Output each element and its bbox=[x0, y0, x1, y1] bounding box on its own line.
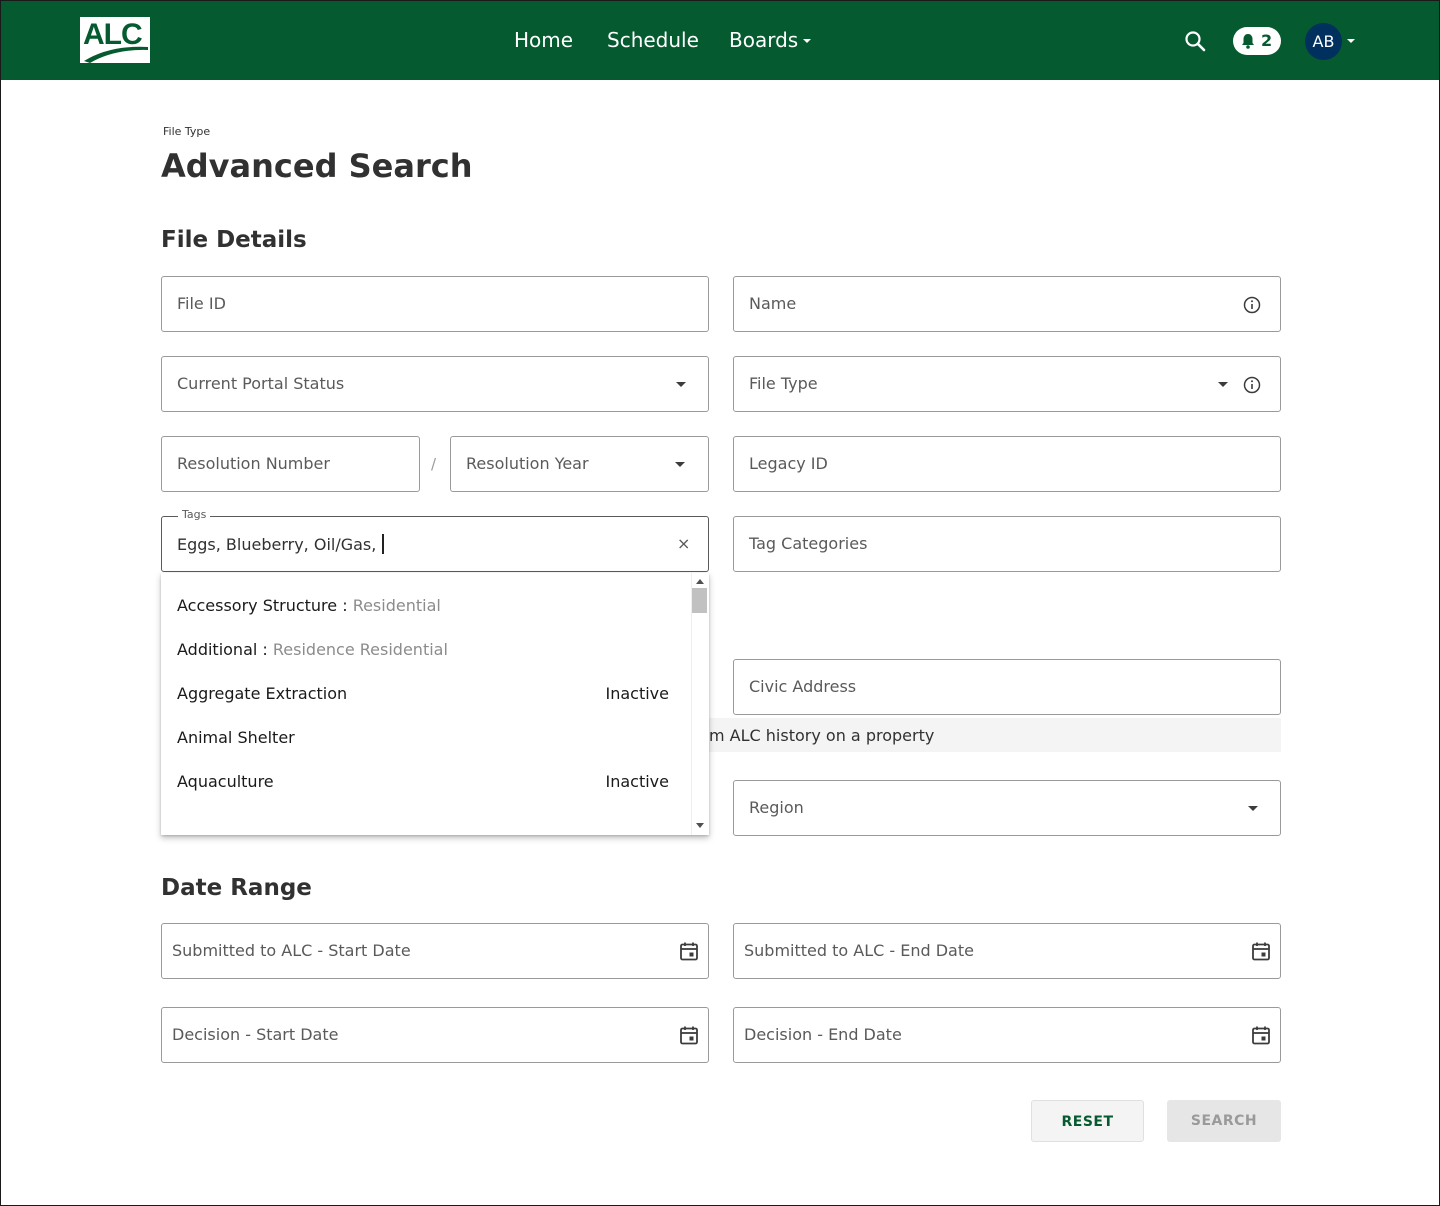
page-title: Advanced Search bbox=[161, 147, 473, 185]
resolution-year-select[interactable]: Resolution Year bbox=[450, 436, 709, 492]
boards-caret-icon[interactable] bbox=[803, 39, 811, 43]
status-label: Inactive bbox=[605, 684, 670, 703]
scroll-up-icon[interactable] bbox=[696, 579, 704, 584]
reset-button[interactable]: RESET bbox=[1031, 1100, 1144, 1142]
notifications-button[interactable]: 2 bbox=[1233, 27, 1281, 55]
status-label: Inactive bbox=[605, 772, 670, 791]
submitted-end-date-input[interactable]: Submitted to ALC - End Date bbox=[733, 923, 1281, 979]
avatar[interactable]: AB bbox=[1305, 23, 1342, 60]
clear-icon[interactable]: × bbox=[677, 534, 690, 553]
chevron-down-icon bbox=[1218, 382, 1228, 387]
name-input[interactable]: Name bbox=[733, 276, 1281, 332]
portal-status-select[interactable]: Current Portal Status bbox=[161, 356, 709, 412]
resolution-number-input[interactable]: Resolution Number bbox=[161, 436, 420, 492]
alc-logo[interactable]: ALC bbox=[80, 17, 150, 63]
tags-autocomplete-panel: Accessory Structure : Residential Additi… bbox=[161, 573, 709, 835]
civic-address-label: Civic Address bbox=[749, 677, 857, 696]
hint-banner: m ALC history on a property bbox=[707, 718, 1281, 752]
calendar-icon[interactable] bbox=[678, 1024, 700, 1046]
name-label: Name bbox=[749, 294, 797, 313]
date-range-heading: Date Range bbox=[161, 875, 312, 901]
submitted-start-date-input[interactable]: Submitted to ALC - Start Date bbox=[161, 923, 709, 979]
scroll-down-icon[interactable] bbox=[696, 823, 704, 828]
region-label: Region bbox=[749, 798, 804, 817]
file-details-heading: File Details bbox=[161, 227, 307, 253]
scrollbar-thumb[interactable] bbox=[692, 588, 707, 613]
list-item[interactable]: Additional : Residence Residential bbox=[161, 628, 689, 672]
legacy-id-label: Legacy ID bbox=[749, 454, 828, 473]
calendar-icon[interactable] bbox=[678, 940, 700, 962]
calendar-icon[interactable] bbox=[1250, 940, 1272, 962]
decision-end-date-input[interactable]: Decision - End Date bbox=[733, 1007, 1281, 1063]
chevron-down-icon bbox=[675, 462, 685, 467]
avatar-caret-icon[interactable] bbox=[1347, 39, 1355, 43]
list-item[interactable]: Aquaculture Inactive bbox=[161, 760, 689, 804]
logo-swoosh-icon bbox=[84, 46, 148, 63]
calendar-icon[interactable] bbox=[1250, 1024, 1272, 1046]
nav-home[interactable]: Home bbox=[514, 28, 573, 52]
resolution-separator: / bbox=[431, 455, 437, 473]
civic-address-input[interactable]: Civic Address bbox=[733, 659, 1281, 715]
list-item[interactable]: Accessory Structure : Residential bbox=[161, 584, 689, 628]
portal-status-label: Current Portal Status bbox=[177, 374, 345, 393]
legacy-id-input[interactable]: Legacy ID bbox=[733, 436, 1281, 492]
top-nav-bar: ALC Home Schedule Boards 2 AB bbox=[1, 1, 1439, 80]
tags-value: Eggs, Blueberry, Oil/Gas, bbox=[177, 534, 384, 554]
tag-categories-label: Tag Categories bbox=[749, 534, 868, 553]
tags-input[interactable]: Tags Eggs, Blueberry, Oil/Gas, × bbox=[161, 508, 709, 572]
list-item[interactable]: Aggregate Extraction Inactive bbox=[161, 672, 689, 716]
nav-schedule[interactable]: Schedule bbox=[607, 28, 699, 52]
resolution-number-label: Resolution Number bbox=[177, 454, 330, 473]
hint-text: m ALC history on a property bbox=[709, 726, 935, 745]
tags-floating-label: Tags bbox=[178, 508, 211, 521]
decision-start-date-input[interactable]: Decision - Start Date bbox=[161, 1007, 709, 1063]
file-id-label: File ID bbox=[177, 294, 226, 313]
info-icon[interactable] bbox=[1242, 375, 1262, 395]
info-icon[interactable] bbox=[1242, 295, 1262, 315]
bell-icon bbox=[1242, 34, 1254, 49]
chevron-down-icon bbox=[676, 382, 686, 387]
file-id-input[interactable]: File ID bbox=[161, 276, 709, 332]
chevron-down-icon bbox=[1248, 806, 1258, 811]
nav-boards[interactable]: Boards bbox=[729, 28, 798, 52]
search-button[interactable]: SEARCH bbox=[1167, 1100, 1281, 1142]
region-select[interactable]: Region bbox=[733, 780, 1281, 836]
resolution-year-label: Resolution Year bbox=[466, 454, 589, 473]
list-item[interactable]: Animal Shelter bbox=[161, 716, 689, 760]
notification-count: 2 bbox=[1261, 31, 1273, 50]
file-type-label: File Type bbox=[749, 374, 818, 393]
search-icon[interactable] bbox=[1183, 29, 1207, 53]
file-type-select[interactable]: File Type bbox=[733, 356, 1281, 412]
breadcrumb[interactable]: File Type bbox=[163, 125, 210, 138]
tag-categories-input[interactable]: Tag Categories bbox=[733, 516, 1281, 572]
